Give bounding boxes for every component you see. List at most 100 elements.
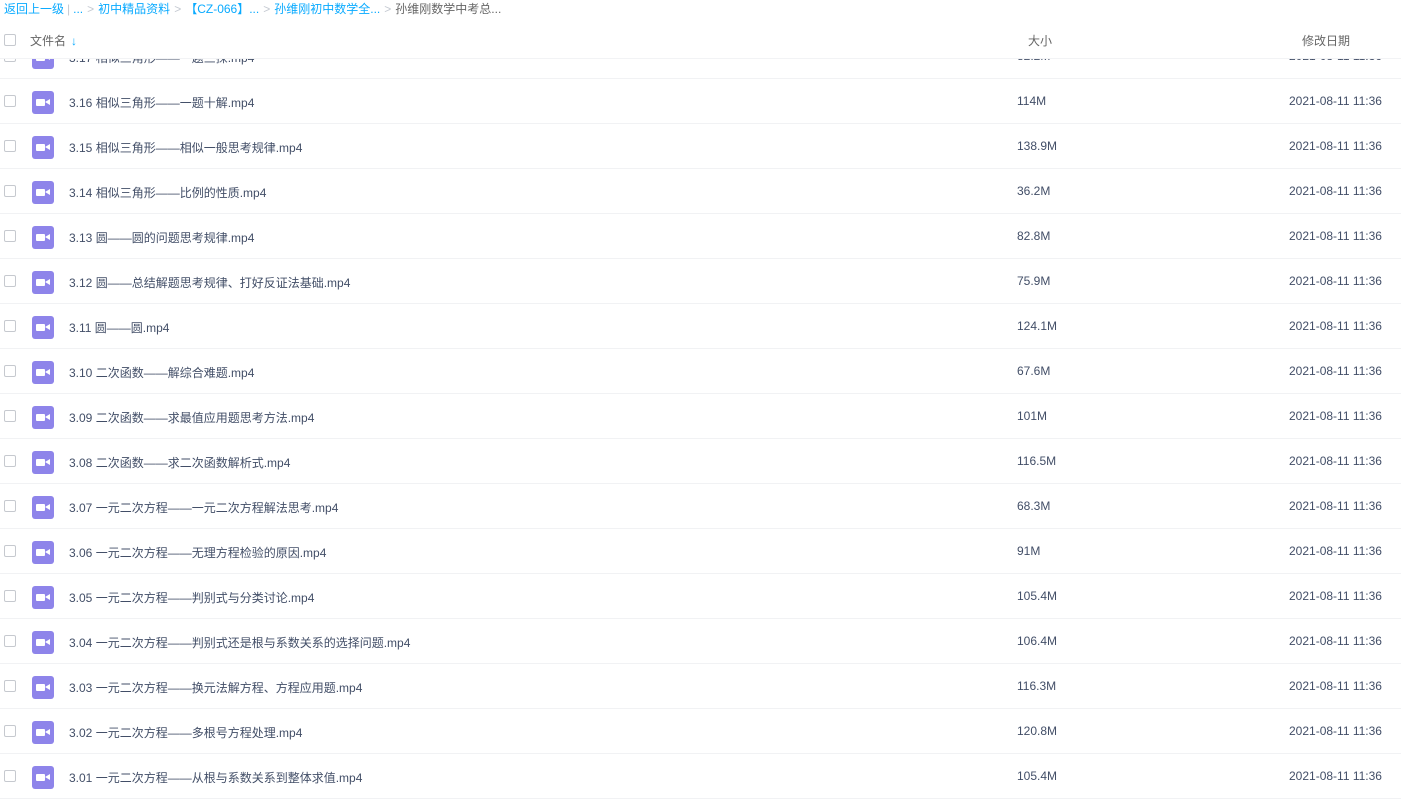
- file-size: 91M: [1017, 544, 1041, 558]
- file-name[interactable]: 3.14 相似三角形——比例的性质.mp4: [69, 184, 266, 201]
- file-name[interactable]: 3.12 圆——总结解题思考规律、打好反证法基础.mp4: [69, 274, 350, 291]
- file-row[interactable]: 3.06 一元二次方程——无理方程检验的原因.mp4 91M 2021-08-1…: [0, 529, 1401, 574]
- video-file-icon: [32, 91, 54, 114]
- file-size: 114M: [1017, 94, 1047, 108]
- file-row[interactable]: 3.02 一元二次方程——多根号方程处理.mp4 120.8M 2021-08-…: [0, 709, 1401, 754]
- file-date: 2021-08-11 11:36: [1289, 319, 1382, 333]
- video-file-icon: [32, 181, 54, 204]
- file-date: 2021-08-11 11:36: [1289, 94, 1382, 108]
- file-name[interactable]: 3.11 圆——圆.mp4: [69, 319, 169, 336]
- file-name[interactable]: 3.07 一元二次方程——一元二次方程解法思考.mp4: [69, 499, 338, 516]
- video-file-icon: [32, 496, 54, 519]
- row-checkbox[interactable]: [4, 455, 16, 467]
- video-file-icon: [32, 631, 54, 654]
- file-date: 2021-08-11 11:36: [1289, 229, 1382, 243]
- video-file-icon: [32, 766, 54, 789]
- file-row[interactable]: 3.07 一元二次方程——一元二次方程解法思考.mp4 68.3M 2021-0…: [0, 484, 1401, 529]
- file-size: 67.6M: [1017, 364, 1051, 378]
- file-size: 106.4M: [1017, 634, 1058, 648]
- video-file-icon: [32, 451, 54, 474]
- back-link[interactable]: 返回上一级: [4, 0, 64, 18]
- list-header: 文件名 ↓ 大小 修改日期: [0, 18, 1401, 59]
- file-row[interactable]: 3.03 一元二次方程——换元法解方程、方程应用题.mp4 116.3M 202…: [0, 664, 1401, 709]
- file-name[interactable]: 3.10 二次函数——解综合难题.mp4: [69, 364, 254, 381]
- file-size: 116.5M: [1017, 454, 1057, 468]
- column-header-size[interactable]: 大小: [1028, 32, 1052, 49]
- row-checkbox[interactable]: [4, 365, 16, 377]
- file-row[interactable]: 3.05 一元二次方程——判别式与分类讨论.mp4 105.4M 2021-08…: [0, 574, 1401, 619]
- row-checkbox[interactable]: [4, 275, 16, 287]
- file-size: 116.3M: [1017, 679, 1057, 693]
- breadcrumb-item[interactable]: 【CZ-066】...: [185, 0, 259, 18]
- file-name[interactable]: 3.16 相似三角形——一题十解.mp4: [69, 94, 254, 111]
- breadcrumb: 返回上一级 | ... > 初中精品资料 > 【CZ-066】... > 孙维刚…: [4, 0, 501, 18]
- file-name[interactable]: 3.15 相似三角形——相似一般思考规律.mp4: [69, 139, 302, 156]
- file-row[interactable]: 3.15 相似三角形——相似一般思考规律.mp4 138.9M 2021-08-…: [0, 124, 1401, 169]
- video-file-icon: [32, 676, 54, 699]
- row-checkbox[interactable]: [4, 770, 16, 782]
- file-row[interactable]: 3.10 二次函数——解综合难题.mp4 67.6M 2021-08-11 11…: [0, 349, 1401, 394]
- file-date: 2021-08-11 11:36: [1289, 769, 1382, 783]
- file-date: 2021-08-11 11:36: [1289, 454, 1382, 468]
- file-size: 124.1M: [1017, 319, 1058, 333]
- row-checkbox[interactable]: [4, 680, 16, 692]
- column-header-date[interactable]: 修改日期: [1302, 32, 1350, 49]
- column-header-name[interactable]: 文件名 ↓: [30, 32, 77, 49]
- file-size: 105.4M: [1017, 589, 1058, 603]
- row-checkbox[interactable]: [4, 230, 16, 242]
- chevron-right-icon: >: [384, 2, 392, 16]
- arrow-down-icon: ↓: [71, 33, 78, 48]
- file-name[interactable]: 3.01 一元二次方程——从根与系数关系到整体求值.mp4: [69, 769, 362, 786]
- file-name[interactable]: 3.03 一元二次方程——换元法解方程、方程应用题.mp4: [69, 679, 362, 696]
- chevron-right-icon: >: [263, 2, 271, 16]
- video-file-icon: [32, 136, 54, 159]
- video-file-icon: [32, 586, 54, 609]
- file-name[interactable]: 3.02 一元二次方程——多根号方程处理.mp4: [69, 724, 302, 741]
- chevron-right-icon: >: [87, 2, 95, 16]
- row-checkbox[interactable]: [4, 140, 16, 152]
- breadcrumb-divider: |: [67, 2, 71, 16]
- row-checkbox[interactable]: [4, 185, 16, 197]
- file-size: 75.9M: [1017, 274, 1051, 288]
- row-checkbox[interactable]: [4, 590, 16, 602]
- file-size: 120.8M: [1017, 724, 1058, 738]
- file-size: 68.3M: [1017, 499, 1051, 513]
- row-checkbox[interactable]: [4, 95, 16, 107]
- row-checkbox[interactable]: [4, 500, 16, 512]
- file-name[interactable]: 3.13 圆——圆的问题思考规律.mp4: [69, 229, 254, 246]
- row-checkbox[interactable]: [4, 320, 16, 332]
- breadcrumb-item[interactable]: 孙维刚初中数学全...: [274, 0, 380, 18]
- chevron-right-icon: >: [174, 2, 182, 16]
- file-row[interactable]: 3.16 相似三角形——一题十解.mp4 114M 2021-08-11 11:…: [0, 79, 1401, 124]
- select-all-checkbox[interactable]: [4, 34, 16, 46]
- file-name[interactable]: 3.04 一元二次方程——判别式还是根与系数关系的选择问题.mp4: [69, 634, 410, 651]
- file-name[interactable]: 3.05 一元二次方程——判别式与分类讨论.mp4: [69, 589, 314, 606]
- row-checkbox[interactable]: [4, 545, 16, 557]
- file-date: 2021-08-11 11:36: [1289, 679, 1382, 693]
- row-checkbox[interactable]: [4, 725, 16, 737]
- file-row[interactable]: 3.14 相似三角形——比例的性质.mp4 36.2M 2021-08-11 1…: [0, 169, 1401, 214]
- file-size: 82.8M: [1017, 229, 1051, 243]
- file-date: 2021-08-11 11:36: [1289, 499, 1382, 513]
- row-checkbox[interactable]: [4, 635, 16, 647]
- file-name[interactable]: 3.06 一元二次方程——无理方程检验的原因.mp4: [69, 544, 326, 561]
- file-name[interactable]: 3.08 二次函数——求二次函数解析式.mp4: [69, 454, 290, 471]
- video-file-icon: [32, 271, 54, 294]
- file-row[interactable]: 3.11 圆——圆.mp4 124.1M 2021-08-11 11:36: [0, 304, 1401, 349]
- video-file-icon: [32, 226, 54, 249]
- file-size: 101M: [1017, 409, 1048, 423]
- file-row[interactable]: 3.08 二次函数——求二次函数解析式.mp4 116.5M 2021-08-1…: [0, 439, 1401, 484]
- file-row[interactable]: 3.01 一元二次方程——从根与系数关系到整体求值.mp4 105.4M 202…: [0, 754, 1401, 799]
- video-file-icon: [32, 541, 54, 564]
- file-size: 138.9M: [1017, 139, 1058, 153]
- row-checkbox[interactable]: [4, 410, 16, 422]
- file-row[interactable]: 3.12 圆——总结解题思考规律、打好反证法基础.mp4 75.9M 2021-…: [0, 259, 1401, 304]
- breadcrumb-item[interactable]: 初中精品资料: [98, 0, 170, 18]
- file-name[interactable]: 3.09 二次函数——求最值应用题思考方法.mp4: [69, 409, 314, 426]
- file-row[interactable]: 3.13 圆——圆的问题思考规律.mp4 82.8M 2021-08-11 11…: [0, 214, 1401, 259]
- video-file-icon: [32, 361, 54, 384]
- breadcrumb-ellipsis[interactable]: ...: [73, 0, 83, 18]
- file-row[interactable]: 3.04 一元二次方程——判别式还是根与系数关系的选择问题.mp4 106.4M…: [0, 619, 1401, 664]
- file-row[interactable]: 3.09 二次函数——求最值应用题思考方法.mp4 101M 2021-08-1…: [0, 394, 1401, 439]
- file-list: 3.17 相似三角形——一题三探.mp4 82.2M 2021-08-11 11…: [0, 34, 1401, 799]
